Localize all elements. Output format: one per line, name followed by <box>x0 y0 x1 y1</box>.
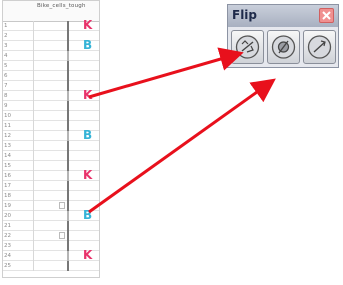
arrow-to-play-button <box>88 78 276 214</box>
callout-arrows <box>88 47 276 214</box>
arrow-to-previous-button <box>88 47 244 99</box>
